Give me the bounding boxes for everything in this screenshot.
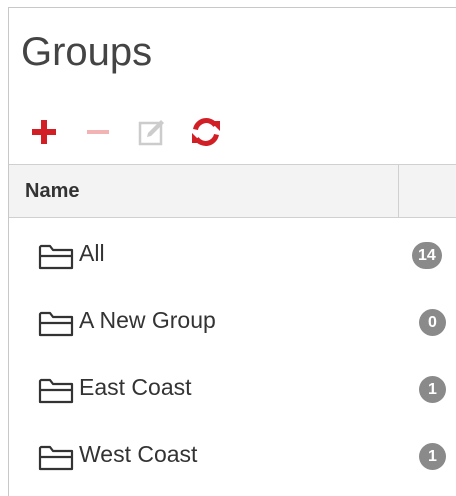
refresh-icon — [192, 118, 220, 146]
groups-list: All 14 A New Group 0 East Coast 1 West C… — [9, 220, 456, 488]
group-row-a-new-group[interactable]: A New Group 0 — [9, 287, 456, 354]
edit-group-button[interactable] — [135, 115, 169, 149]
folder-icon — [38, 445, 74, 471]
group-name: East Coast — [79, 374, 192, 400]
remove-group-button[interactable] — [81, 115, 115, 149]
group-count-badge: 1 — [419, 443, 446, 470]
group-count-badge: 0 — [419, 309, 446, 336]
group-count-badge: 14 — [412, 242, 442, 269]
group-row-all[interactable]: All 14 — [9, 220, 456, 287]
column-header-name[interactable]: Name — [25, 165, 79, 217]
folder-icon — [38, 244, 74, 270]
page-title: Groups — [21, 30, 153, 74]
column-divider[interactable] — [398, 165, 399, 217]
edit-icon — [138, 120, 164, 146]
group-row-east-coast[interactable]: East Coast 1 — [9, 354, 456, 421]
groups-panel: Groups Name All 14 A New Group 0 East Co… — [8, 7, 456, 496]
minus-icon — [87, 130, 109, 134]
group-name: All — [79, 240, 105, 266]
group-name: West Coast — [79, 441, 198, 467]
folder-icon — [38, 311, 74, 337]
group-count-badge: 1 — [419, 376, 446, 403]
refresh-groups-button[interactable] — [189, 115, 223, 149]
groups-toolbar — [27, 114, 243, 150]
folder-icon — [38, 378, 74, 404]
group-name: A New Group — [79, 307, 216, 333]
table-header: Name — [9, 164, 456, 218]
add-group-button[interactable] — [27, 115, 61, 149]
plus-icon — [32, 120, 56, 144]
group-row-west-coast[interactable]: West Coast 1 — [9, 421, 456, 488]
